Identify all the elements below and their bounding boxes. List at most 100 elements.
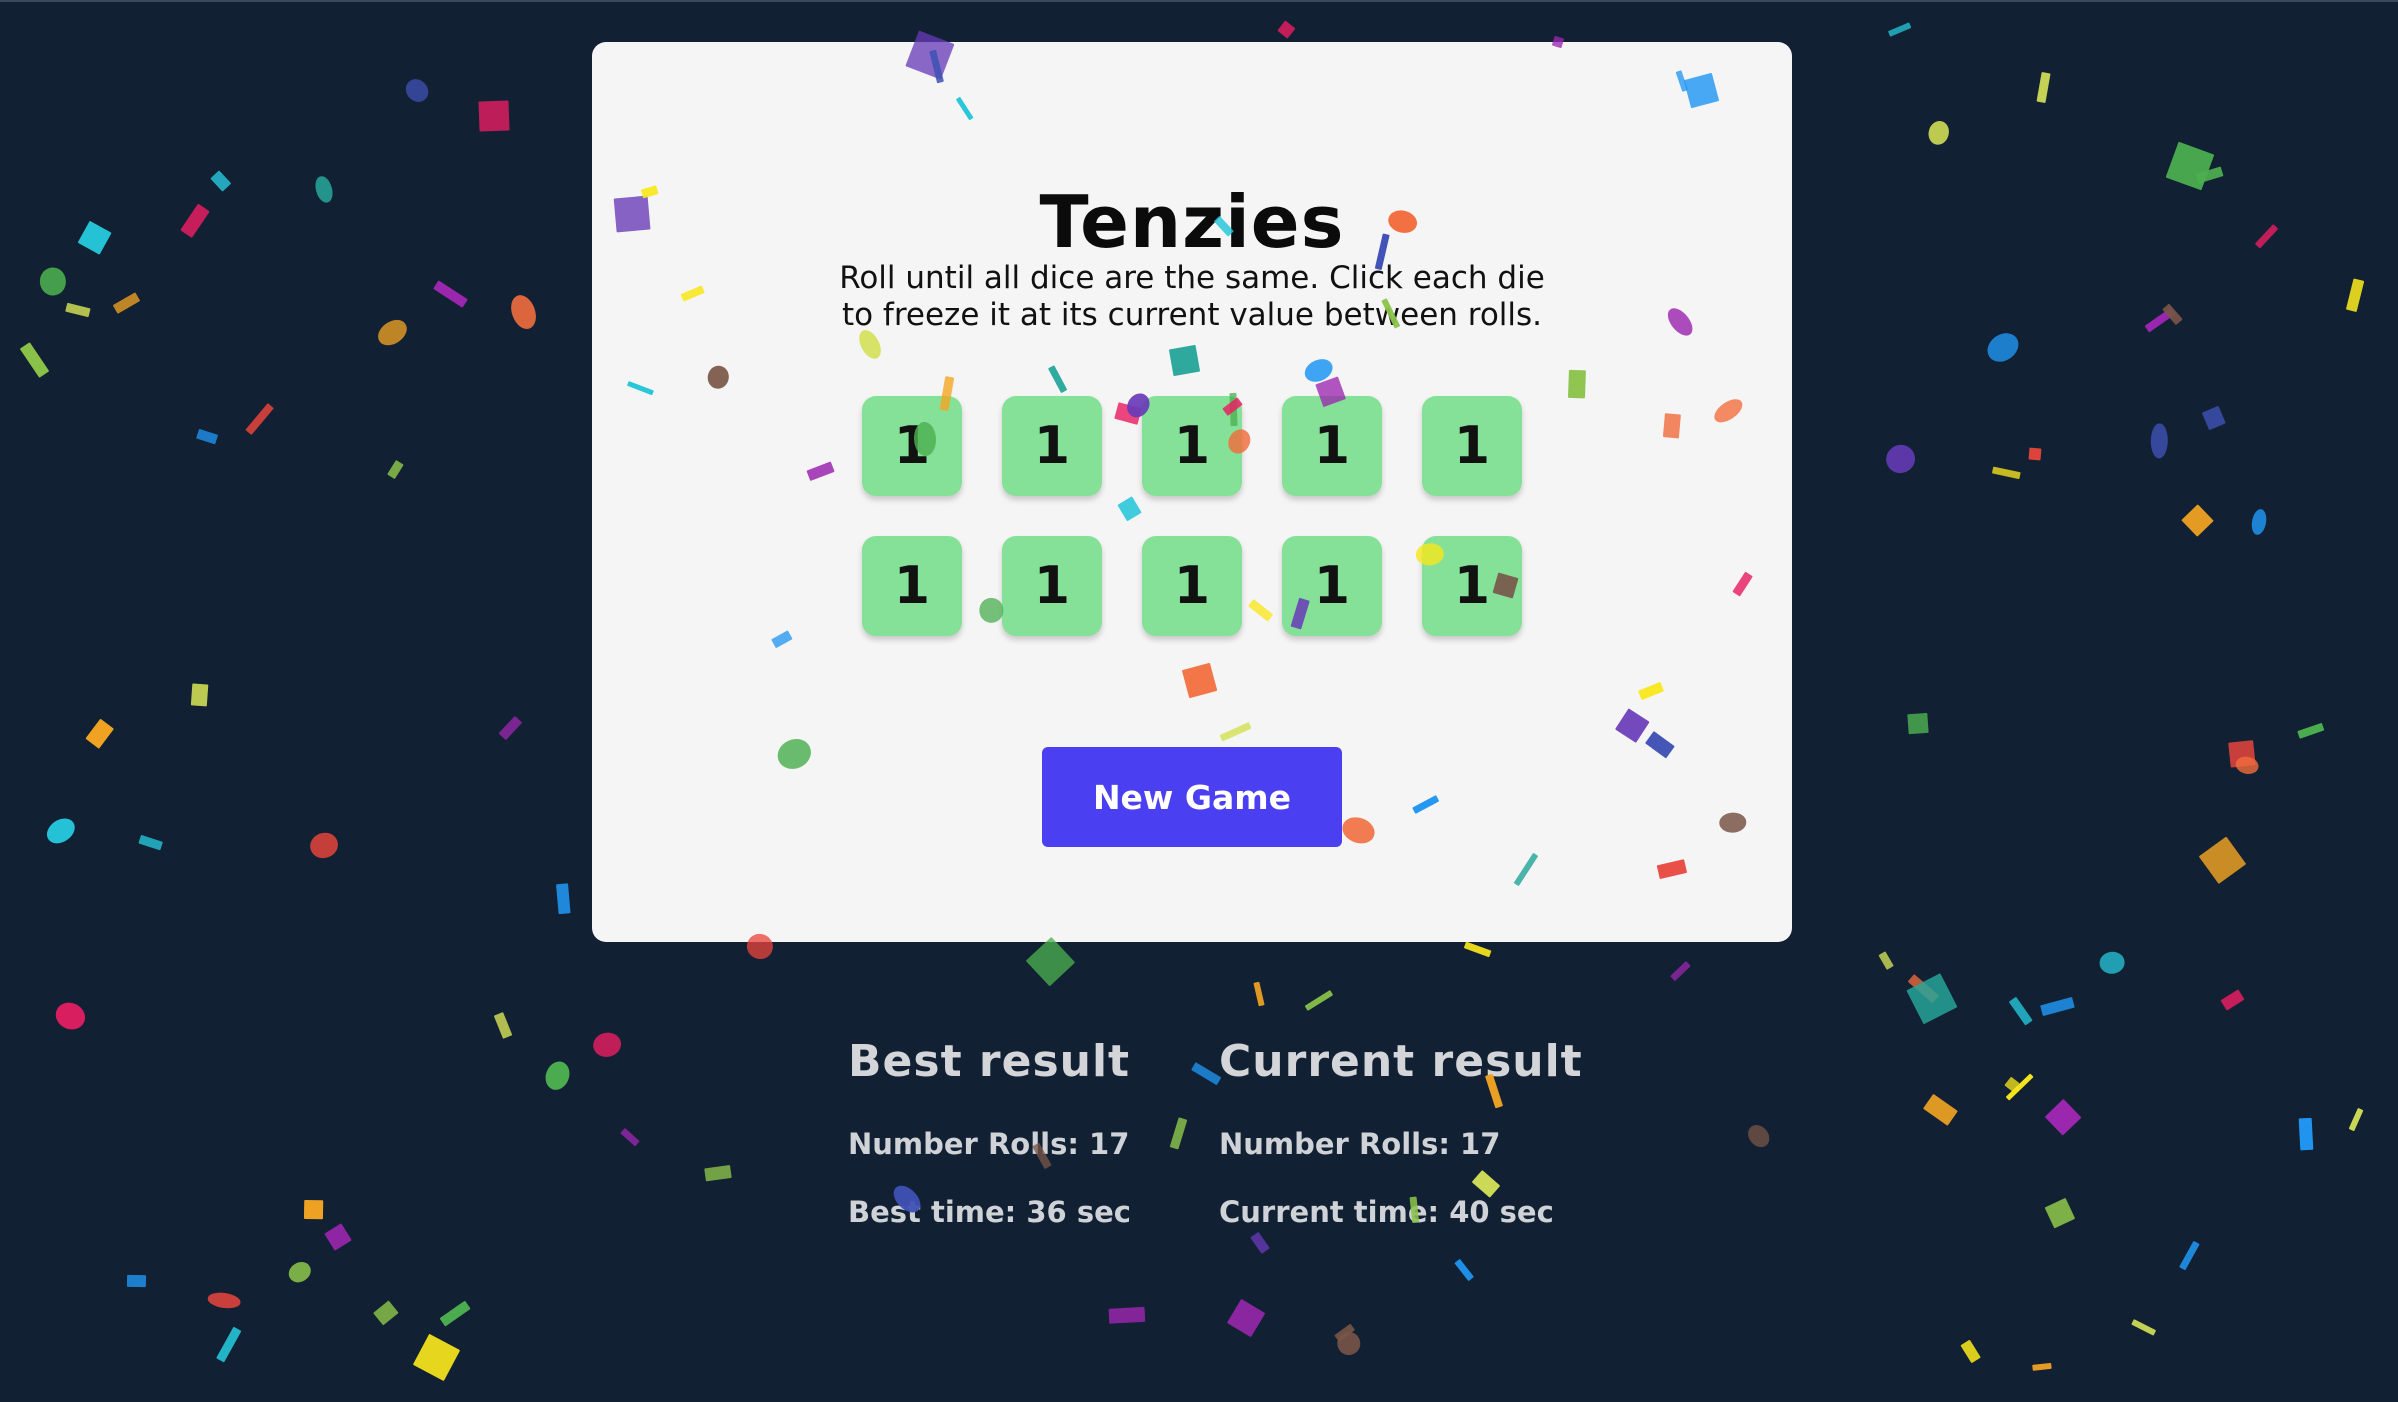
confetti-piece xyxy=(478,100,509,132)
confetti-piece xyxy=(591,1030,624,1060)
confetti-piece xyxy=(126,1274,146,1287)
confetti-piece xyxy=(2150,423,2169,459)
confetti-piece xyxy=(1108,1306,1146,1324)
confetti-piece xyxy=(439,1300,472,1327)
confetti-piece xyxy=(2196,166,2224,183)
confetti-piece xyxy=(245,403,274,436)
die[interactable]: 1 xyxy=(1422,396,1522,496)
confetti-piece xyxy=(1981,327,2024,368)
confetti-piece xyxy=(703,1165,732,1182)
confetti-piece xyxy=(1907,713,1928,735)
confetti-piece xyxy=(195,429,218,445)
confetti-piece xyxy=(1881,439,1920,478)
confetti-piece xyxy=(1305,990,1334,1011)
confetti-piece xyxy=(2299,1118,2314,1152)
confetti-piece xyxy=(2348,1107,2364,1132)
confetti-piece xyxy=(312,173,335,205)
confetti-piece xyxy=(2036,72,2051,104)
die[interactable]: 1 xyxy=(1142,396,1242,496)
confetti-piece xyxy=(619,1127,640,1148)
confetti-piece xyxy=(1743,1120,1774,1152)
confetti-piece xyxy=(1277,20,1296,39)
confetti-piece xyxy=(2161,303,2182,326)
confetti-piece xyxy=(77,220,112,256)
confetti-piece xyxy=(65,302,91,318)
confetti-piece xyxy=(506,291,541,333)
confetti-piece xyxy=(2201,405,2226,430)
window-top-border xyxy=(0,0,2398,2)
confetti-piece xyxy=(2249,507,2269,537)
instructions-text: Roll until all dice are the same. Click … xyxy=(839,260,1545,333)
confetti-piece xyxy=(2166,141,2215,191)
die[interactable]: 1 xyxy=(1282,536,1382,636)
confetti-piece xyxy=(2297,722,2325,739)
confetti-piece xyxy=(42,813,80,849)
game-title: Tenzies xyxy=(1039,180,1345,264)
confetti-piece xyxy=(2227,740,2256,769)
confetti-piece xyxy=(1926,118,1952,147)
confetti-piece xyxy=(2197,836,2246,885)
confetti-piece xyxy=(285,1258,315,1287)
confetti-piece xyxy=(1888,22,1912,37)
confetti-piece xyxy=(1991,466,2021,480)
page: Tenzies Roll until all dice are the same… xyxy=(0,0,2398,1402)
confetti-piece xyxy=(1026,936,1076,987)
confetti-piece xyxy=(1333,1328,1364,1359)
die[interactable]: 1 xyxy=(862,536,962,636)
best-result-heading: Best result xyxy=(848,1036,1131,1087)
confetti-piece xyxy=(1169,1117,1188,1150)
dice-grid: 1 1 1 1 1 1 1 1 1 1 xyxy=(862,396,1522,636)
confetti-piece xyxy=(210,170,232,192)
confetti-piece xyxy=(2044,1098,2082,1136)
confetti-piece xyxy=(1670,961,1691,982)
confetti-piece xyxy=(412,1333,460,1381)
confetti-piece xyxy=(304,1199,324,1220)
best-time-text: Best time: 36 sec xyxy=(848,1195,1131,1229)
confetti-piece xyxy=(306,828,341,861)
confetti-piece xyxy=(2004,1077,2020,1093)
confetti-piece xyxy=(493,1011,512,1039)
confetti-piece xyxy=(324,1223,353,1251)
confetti-piece xyxy=(1922,1094,1958,1127)
new-game-button[interactable]: New Game xyxy=(1042,747,1342,847)
die[interactable]: 1 xyxy=(1142,536,1242,636)
confetti-piece xyxy=(401,74,434,107)
confetti-piece xyxy=(541,1057,574,1093)
confetti-piece xyxy=(190,683,209,707)
confetti-piece xyxy=(206,1290,242,1310)
die[interactable]: 1 xyxy=(1002,536,1102,636)
confetti-piece xyxy=(20,342,50,379)
confetti-piece xyxy=(215,1327,242,1363)
confetti-piece xyxy=(2039,997,2075,1017)
confetti-piece xyxy=(498,715,522,741)
confetti-piece xyxy=(2131,1319,2157,1337)
confetti-piece xyxy=(50,997,90,1035)
confetti-piece xyxy=(1907,973,1940,1004)
current-time-text: Current time: 40 sec xyxy=(1219,1195,1554,1229)
confetti-piece xyxy=(373,315,412,351)
confetti-piece xyxy=(2097,950,2126,976)
confetti-piece xyxy=(1463,941,1492,958)
confetti-piece xyxy=(555,883,570,915)
confetti-piece xyxy=(112,292,141,314)
confetti-piece xyxy=(2181,503,2214,537)
confetti-piece xyxy=(2235,755,2261,777)
confetti-piece xyxy=(137,834,163,851)
confetti-piece xyxy=(179,203,210,238)
confetti-piece xyxy=(373,1300,399,1326)
confetti-piece xyxy=(433,280,468,308)
die[interactable]: 1 xyxy=(862,396,962,496)
confetti-piece xyxy=(1878,950,1895,970)
die[interactable]: 1 xyxy=(1002,396,1102,496)
best-rolls-text: Number Rolls: 17 xyxy=(848,1127,1130,1161)
best-result-panel: Best result Number Rolls: 17 Best time: … xyxy=(848,1036,1131,1263)
confetti-piece xyxy=(1334,1324,1355,1342)
die[interactable]: 1 xyxy=(1282,396,1382,496)
game-card: Tenzies Roll until all dice are the same… xyxy=(592,42,1792,942)
confetti-piece xyxy=(2005,1073,2034,1101)
current-rolls-text: Number Rolls: 17 xyxy=(1219,1127,1501,1161)
confetti-piece xyxy=(2346,278,2365,312)
die[interactable]: 1 xyxy=(1422,536,1522,636)
confetti-piece xyxy=(2031,1363,2052,1371)
confetti-piece xyxy=(1960,1339,1981,1363)
